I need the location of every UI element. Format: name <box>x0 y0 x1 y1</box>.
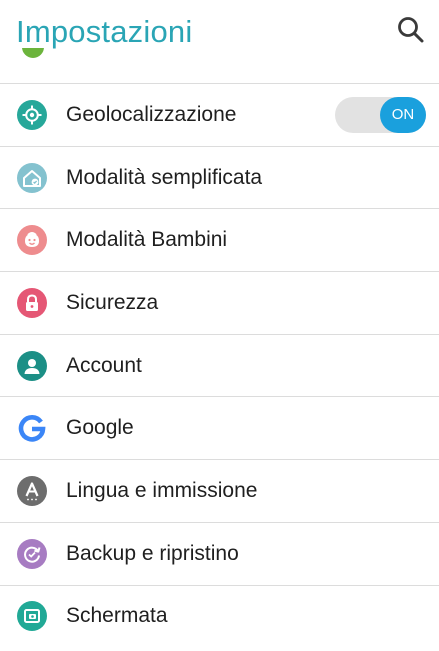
google-g-icon <box>17 413 47 443</box>
app-header: Impostazioni <box>0 0 439 64</box>
settings-item-google[interactable]: Google <box>0 396 439 459</box>
search-icon <box>398 17 424 43</box>
partial-row-icon <box>22 48 44 68</box>
settings-item-screenshot[interactable]: Schermata <box>0 584 439 648</box>
settings-item-label: Account <box>66 353 142 377</box>
settings-item-backup[interactable]: Backup e ripristino <box>0 521 439 585</box>
easy-mode-house-icon <box>17 162 47 193</box>
settings-item-language[interactable]: Lingua e immissione <box>0 459 439 522</box>
settings-item-label: Geolocalizzazione <box>66 102 237 126</box>
settings-item-label: Modalità semplificata <box>66 165 263 189</box>
settings-item-label: Schermata <box>66 604 168 628</box>
backup-restore-icon <box>17 538 47 569</box>
search-button[interactable] <box>393 12 429 48</box>
settings-item-label: Modalità Bambini <box>66 228 228 252</box>
settings-item-easy-mode[interactable]: Modalità semplificata <box>0 145 439 209</box>
screenshot-icon <box>17 601 47 632</box>
settings-item-label: Lingua e immissione <box>66 478 258 502</box>
account-person-icon <box>17 350 47 381</box>
toggle-state-label: ON <box>380 96 426 133</box>
settings-item-account[interactable]: Account <box>0 333 439 397</box>
settings-item-label: Backup e ripristino <box>66 541 239 565</box>
settings-item-location[interactable]: Geolocalizzazione ON <box>0 83 439 146</box>
location-toggle[interactable]: ON <box>335 96 426 133</box>
page-title: Impostazioni <box>16 14 193 49</box>
location-target-icon <box>17 99 47 130</box>
lock-icon <box>17 287 47 318</box>
kids-face-icon <box>17 225 47 256</box>
settings-item-label: Sicurezza <box>66 290 159 314</box>
settings-screen: Impostazioni Geolocalizzazione ON Modali… <box>0 0 439 651</box>
settings-item-kids-mode[interactable]: Modalità Bambini <box>0 208 439 271</box>
settings-item-label: Google <box>66 416 134 440</box>
language-a-icon <box>17 475 47 506</box>
settings-item-security[interactable]: Sicurezza <box>0 271 439 334</box>
settings-list: Geolocalizzazione ON Modalità semplifica… <box>0 83 439 647</box>
